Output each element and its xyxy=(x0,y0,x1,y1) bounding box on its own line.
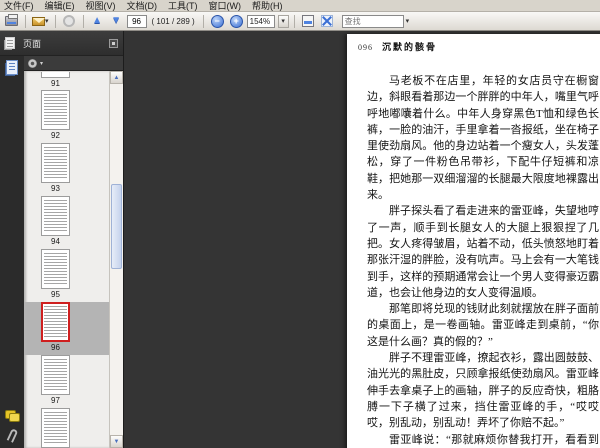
document-page: 096 沉默的骸骨 马老板不在店里，年轻的女店员守在橱窗边，斜眼看着那边一个胖胖… xyxy=(347,34,600,448)
page-thumbnail xyxy=(41,249,70,289)
gear-icon[interactable] xyxy=(28,58,37,68)
fit-width-icon xyxy=(302,15,315,27)
find-dropdown-icon[interactable]: ▾ xyxy=(406,18,410,25)
book-title: 沉默的骸骨 xyxy=(382,42,438,52)
print-button[interactable] xyxy=(3,13,20,29)
page-thumbnail xyxy=(41,355,70,395)
menu-document[interactable]: 文档(D) xyxy=(127,0,158,12)
thumbnail-row-94[interactable]: 94 xyxy=(24,196,109,249)
panel-icon-strip xyxy=(0,56,24,448)
scrollbar-track[interactable] xyxy=(110,84,123,435)
zoom-in-icon: + xyxy=(229,14,243,28)
toolbar-separator xyxy=(82,14,84,28)
fit-page-button[interactable] xyxy=(319,13,336,29)
zoom-out-icon: − xyxy=(210,14,224,28)
thumbnail-label: 94 xyxy=(51,237,60,246)
menu-file[interactable]: 文件(F) xyxy=(4,0,34,12)
toolbar-separator xyxy=(25,14,26,28)
panel-options-bar: ▾ xyxy=(24,56,123,71)
zoom-in-button[interactable]: + xyxy=(228,13,245,29)
menu-help[interactable]: 帮助(H) xyxy=(252,0,283,12)
thumbnail-row-92[interactable]: 92 xyxy=(24,90,109,143)
chevron-down-icon: ▾ xyxy=(45,17,49,25)
menu-edit[interactable]: 编辑(E) xyxy=(45,0,75,12)
body-paragraph: 马老板不在店里，年轻的女店员守在橱窗边，斜眼看着那边一个胖胖的中年人，嘴里气呼呼… xyxy=(367,75,599,202)
menu-bar: 文件(F) 编辑(E) 视图(V) 文档(D) 工具(T) 窗口(W) 帮助(H… xyxy=(0,0,600,12)
next-page-button[interactable]: ▼ xyxy=(108,13,125,29)
previous-view-button[interactable] xyxy=(61,13,78,29)
page-up-icon: ▲ xyxy=(92,15,102,26)
navigation-sidebar: 页面 ▾ 91 92 93 94 95 96 97 ▲ ▼ xyxy=(0,31,124,448)
menu-tools[interactable]: 工具(T) xyxy=(168,0,198,12)
scroll-up-button[interactable]: ▲ xyxy=(110,71,123,84)
thumbnail-label: 91 xyxy=(51,79,60,88)
find-input[interactable] xyxy=(341,14,404,28)
thumbnail-row-98[interactable] xyxy=(24,408,109,448)
pages-icon xyxy=(5,37,15,49)
page-thumbnail xyxy=(41,196,70,236)
page-header: 096 沉默的骸骨 xyxy=(358,40,600,53)
document-pane[interactable]: 096 沉默的骸骨 马老板不在店里，年轻的女店员守在橱窗边，斜眼看着那边一个胖胖… xyxy=(124,31,600,448)
thumbnail-row-96-selected[interactable]: 96 xyxy=(24,302,109,355)
toolbar-separator xyxy=(293,14,295,28)
body-paragraph: 胖子不理雷亚峰，撩起衣衫，露出圆鼓鼓、油光光的黑肚皮，只顾拿报纸使劲扇风。雷亚峰… xyxy=(367,352,599,430)
previous-page-button[interactable]: ▲ xyxy=(89,13,106,29)
scroll-down-button[interactable]: ▼ xyxy=(110,435,123,448)
pages-panel-tab-icon[interactable] xyxy=(6,60,18,75)
attachments-panel-icon[interactable] xyxy=(6,428,18,443)
page-number-input[interactable] xyxy=(126,14,147,28)
zoom-level-dropdown[interactable]: ▾ xyxy=(277,14,289,28)
content-area: 页面 ▾ 91 92 93 94 95 96 97 ▲ ▼ 096 沉默的骸骨 … xyxy=(0,31,600,448)
thumbnail-row-97[interactable]: 97 xyxy=(24,355,109,408)
collapse-panel-button[interactable] xyxy=(109,38,118,48)
page-thumbnail xyxy=(41,408,70,448)
page-thumbnail xyxy=(41,143,70,183)
chevron-down-icon[interactable]: ▾ xyxy=(40,60,43,67)
comments-panel-icon[interactable] xyxy=(5,410,20,422)
scrollbar-thumb[interactable] xyxy=(111,184,122,269)
page-thumbnail xyxy=(41,90,70,130)
page-count-label: ( 101 / 289 ) xyxy=(151,16,195,26)
thumbnail-label: 95 xyxy=(51,290,60,299)
pages-panel-header: 页面 xyxy=(0,31,123,56)
body-paragraph: 雷亚峰说：“那就麻烦你替我打开，看看到底是一张什么画。” xyxy=(389,433,599,446)
thumbnail-list: 91 92 93 94 95 96 97 xyxy=(24,71,109,448)
menu-view[interactable]: 视图(V) xyxy=(86,0,116,12)
find-box: ▾ xyxy=(341,14,410,28)
zoom-level-value[interactable]: 154% xyxy=(246,14,275,28)
menu-window[interactable]: 窗口(W) xyxy=(209,0,242,12)
fit-page-icon xyxy=(321,15,334,27)
thumbnail-label: 93 xyxy=(51,184,60,193)
zoom-out-button[interactable]: − xyxy=(209,13,226,29)
thumbnail-label: 92 xyxy=(51,131,60,140)
email-icon xyxy=(32,16,45,26)
printer-icon xyxy=(5,14,18,26)
toolbar-separator xyxy=(202,14,204,28)
chevron-down-icon: ▾ xyxy=(281,17,285,25)
body-paragraph: 胖子探头看了看走进来的雷亚峰，失望地哼了一声，顺手到长腿女人的大腿上狠狠捏了几把… xyxy=(367,205,599,299)
previous-view-icon xyxy=(63,15,76,27)
fit-width-button[interactable] xyxy=(300,13,317,29)
sidebar-scrollbar: ▲ ▼ xyxy=(109,71,123,448)
body-paragraph: 那笔即将兑现的钱财此刻就摆放在胖子面前的桌面上，是一卷画轴。雷亚峰走到桌前，“你… xyxy=(367,303,599,348)
toolbar-separator xyxy=(54,14,56,28)
thumbnail-row-95[interactable]: 95 xyxy=(24,249,109,302)
thumbnail-row-91[interactable]: 91 xyxy=(24,71,109,90)
pdf-reader-window: 文件(F) 编辑(E) 视图(V) 文档(D) 工具(T) 窗口(W) 帮助(H… xyxy=(0,0,600,448)
toolbar: ▾ ▲ ▼ ( 101 / 289 ) − + 154% ▾ ▾ xyxy=(0,12,600,31)
page-thumbnail-selected xyxy=(41,302,70,342)
email-button[interactable]: ▾ xyxy=(31,13,50,29)
page-down-icon: ▼ xyxy=(111,15,121,26)
thumbnail-label: 96 xyxy=(51,343,60,352)
folio-number: 096 xyxy=(358,43,373,52)
thumbnail-label: 97 xyxy=(51,396,60,405)
page-body-text: 马老板不在店里，年轻的女店员守在橱窗边，斜眼看着那边一个胖胖的中年人，嘴里气呼呼… xyxy=(367,73,599,448)
thumbnail-row-93[interactable]: 93 xyxy=(24,143,109,196)
pages-panel-title: 页面 xyxy=(23,38,42,49)
